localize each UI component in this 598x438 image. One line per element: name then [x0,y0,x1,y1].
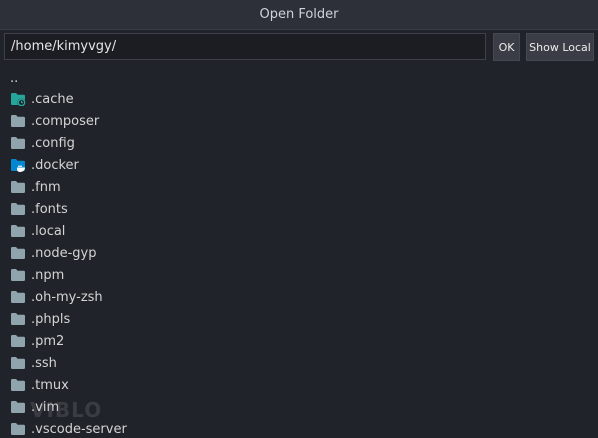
folder-icon [10,267,26,283]
folder-item[interactable]: .vim [0,396,598,418]
folder-item[interactable]: .npm [0,264,598,286]
folder-item[interactable]: .docker [0,154,598,176]
folder-icon [10,201,26,217]
path-input[interactable] [4,33,486,60]
ok-button[interactable]: OK [493,33,520,61]
folder-item-label: .phpls [31,311,71,327]
folder-item-label: .docker [31,157,79,173]
folder-item[interactable]: .tmux [0,374,598,396]
folder-item[interactable]: .pm2 [0,330,598,352]
folder-icon [10,399,26,415]
folder-item[interactable]: .phpls [0,308,598,330]
folder-icon [10,289,26,305]
folder-icon [10,179,26,195]
folder-icon [10,113,26,129]
folder-item[interactable]: .composer [0,110,598,132]
folder-item-label: .cache [31,91,74,107]
show-local-button[interactable]: Show Local [526,33,594,61]
folder-item[interactable]: .cache [0,88,598,110]
folder-item[interactable]: .local [0,220,598,242]
folder-icon [10,245,26,261]
folder-docker-icon [10,157,26,173]
folder-item-label: .composer [31,113,100,129]
folder-item[interactable]: .vscode-server [0,418,598,438]
folder-cache-icon [10,91,26,107]
folder-item-label: .fnm [31,179,61,195]
folder-item[interactable]: .ssh [0,352,598,374]
folder-icon [10,311,26,327]
folder-icon [10,223,26,239]
folder-item-label: .ssh [31,355,57,371]
folder-item-label: .vscode-server [31,421,127,437]
folder-item[interactable]: .node-gyp [0,242,598,264]
folder-item[interactable]: .config [0,132,598,154]
folder-item-label: .config [31,135,75,151]
folder-item-label: .pm2 [31,333,65,349]
dialog-title: Open Folder [0,0,598,30]
folder-item-label: .fonts [31,201,68,217]
folder-icon [10,135,26,151]
path-toolbar: OK Show Local [4,33,594,61]
folder-item[interactable]: .oh-my-zsh [0,286,598,308]
folder-item-label: .vim [31,399,60,415]
open-folder-dialog: Open Folder OK Show Local .. .cache .comp… [0,0,598,438]
folder-list: .. .cache .composer .config .docker .fnm .fon… [0,68,598,438]
folder-item-label: .local [31,223,66,239]
folder-icon [10,333,26,349]
folder-item[interactable]: .fnm [0,176,598,198]
folder-icon [10,355,26,371]
folder-icon [10,421,26,437]
parent-folder-label: .. [10,70,19,86]
folder-item[interactable]: .fonts [0,198,598,220]
parent-folder-item[interactable]: .. [0,68,598,88]
folder-item-label: .tmux [31,377,69,393]
folder-item-label: .npm [31,267,65,283]
folder-icon [10,377,26,393]
folder-item-label: .node-gyp [31,245,97,261]
folder-item-label: .oh-my-zsh [31,289,103,305]
